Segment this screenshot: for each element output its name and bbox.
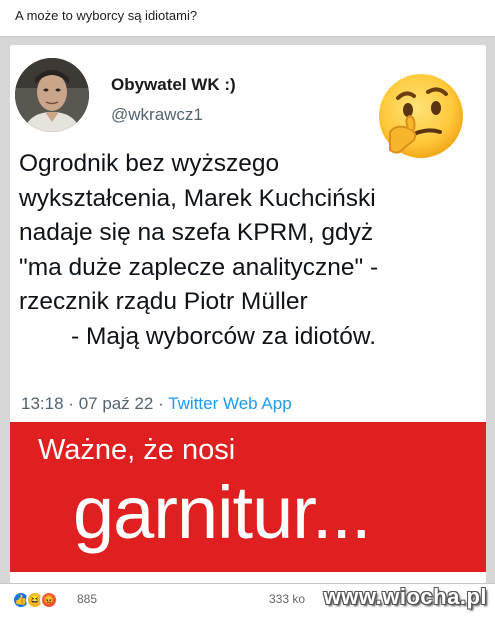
tweet-date: 07 paź 22 xyxy=(78,394,154,413)
meta-separator: · xyxy=(158,394,164,413)
caption-banner: Ważne, że nosi garnitur... xyxy=(10,422,486,572)
tweet-source-link[interactable]: Twitter Web App xyxy=(168,394,291,413)
reaction-count[interactable]: 885 xyxy=(77,592,97,606)
tweet-card: Obywatel WK :) @wkrawcz1 Ogrodnik bez wy… xyxy=(10,45,486,583)
site-watermark: www.wiocha.pl xyxy=(323,584,487,609)
banner-line-2: garnitur... xyxy=(73,471,372,554)
tweet-text-line: wykształcenia, Marek Kuchciński xyxy=(19,184,376,212)
post-title: A może to wyborcy są idiotami? xyxy=(15,8,198,23)
post-footer: 👍 😆 😡 885 333 ko www.wiocha.pl xyxy=(0,584,495,620)
post-image[interactable]: Obywatel WK :) @wkrawcz1 Ogrodnik bez wy… xyxy=(0,36,495,584)
tweet-text-line: nadaje się na szefa KPRM, gdyż xyxy=(19,219,374,246)
meta-separator: · xyxy=(68,394,74,413)
tweet-text-line: - Mają wyborców za idiotów. xyxy=(71,322,377,350)
avatar xyxy=(15,58,89,132)
comment-count[interactable]: 333 ko xyxy=(269,592,305,606)
tweet-meta: 13:18 · 07 paź 22 · Twitter Web App xyxy=(21,394,292,414)
tweet-time: 13:18 xyxy=(21,394,64,413)
angry-icon: 😡 xyxy=(40,591,58,609)
avatar-photo xyxy=(15,58,89,132)
banner-line-1: Ważne, że nosi xyxy=(38,434,236,466)
tweet-handle[interactable]: @wkrawcz1 xyxy=(111,105,203,125)
tweet-text-line: Ogrodnik bez wyższego xyxy=(19,150,280,177)
post-header: A może to wyborcy są idiotami? xyxy=(0,0,495,36)
tweet-text: Ogrodnik bez wyższego wykształcenia, Mar… xyxy=(19,147,479,354)
tweet-text-line: rzecznik rządu Piotr Müller xyxy=(19,288,308,315)
tweet-text-line: "ma duże zaplecze analityczne" - xyxy=(19,253,379,281)
tweet-display-name[interactable]: Obywatel WK :) xyxy=(111,75,236,95)
